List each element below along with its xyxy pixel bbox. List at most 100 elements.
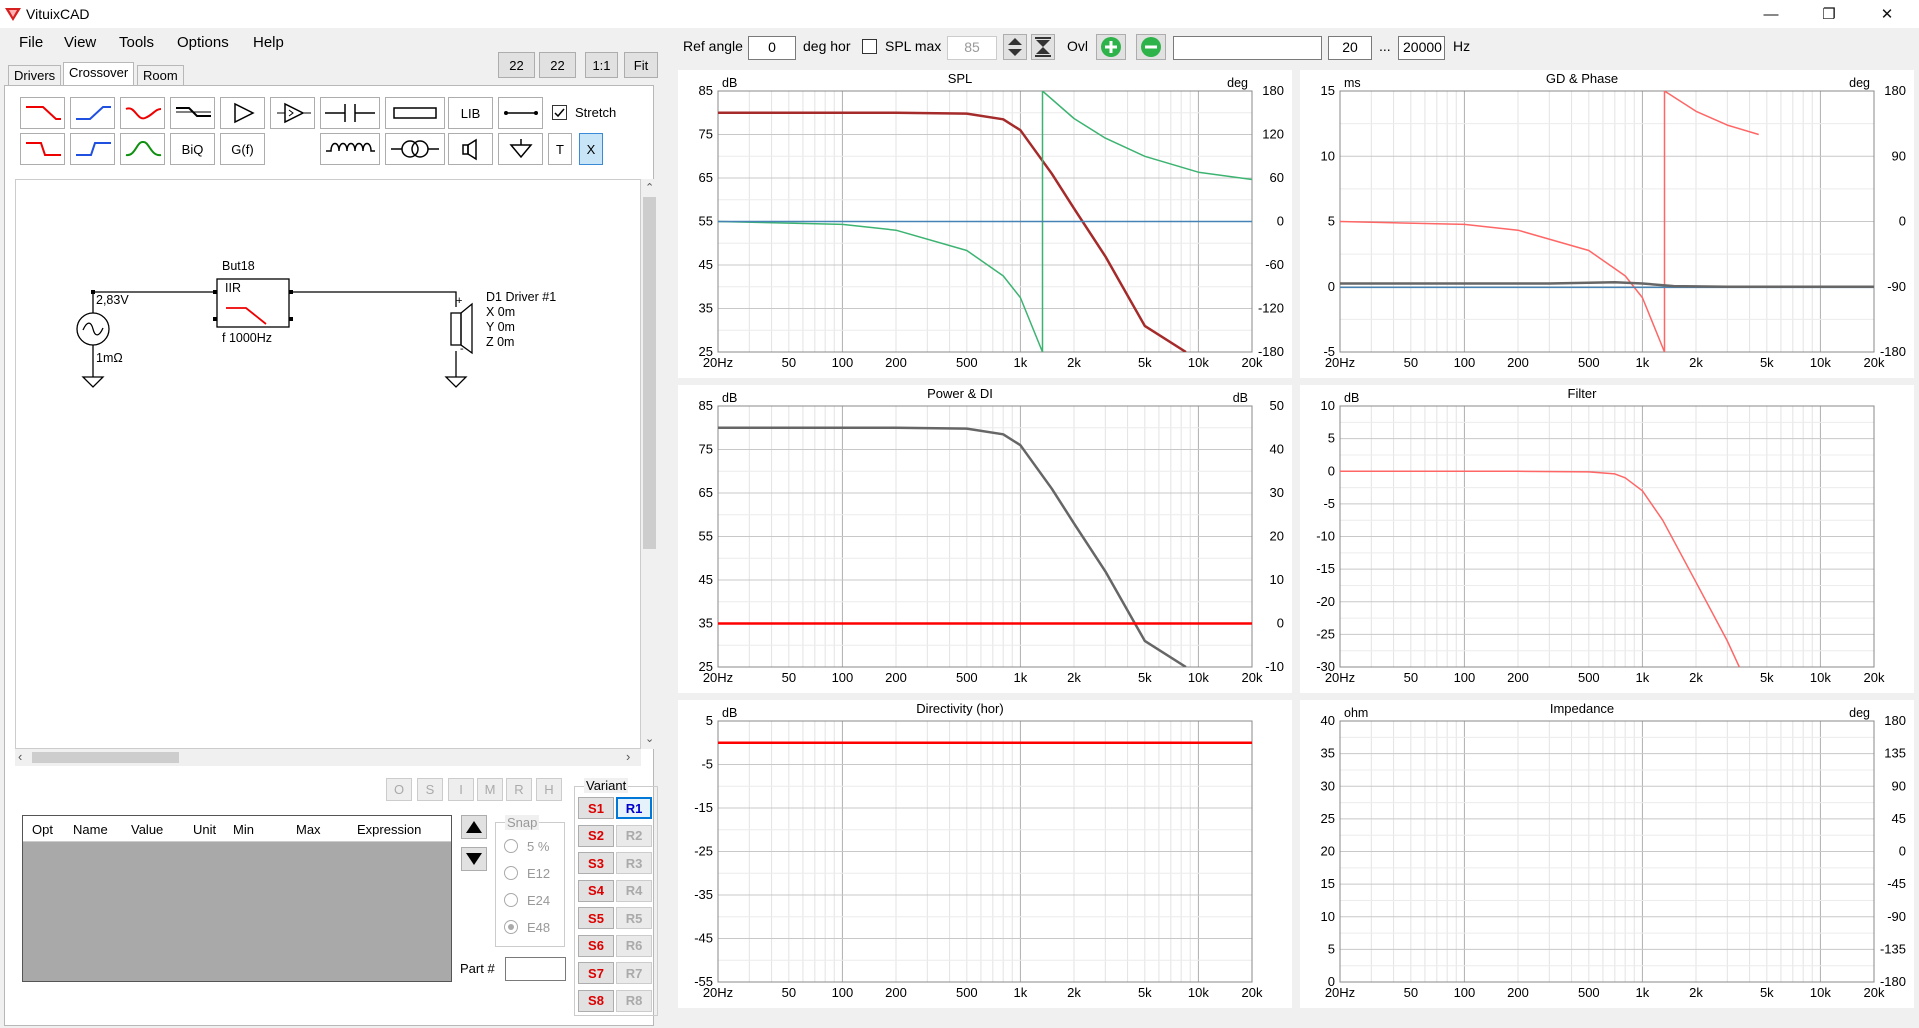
part-s-button[interactable]: S [417, 778, 443, 801]
lowpass-red-icon[interactable] [20, 97, 65, 129]
transformer-icon[interactable] [385, 133, 445, 165]
capacitor-icon[interactable] [320, 97, 380, 129]
parameter-table[interactable]: Opt Name Value Unit Min Max Expression [22, 815, 452, 982]
wire-icon[interactable] [498, 97, 543, 129]
buffer-icon[interactable] [270, 97, 315, 129]
variant-r5-button[interactable]: R5 [616, 907, 652, 929]
text-button[interactable]: T [548, 133, 572, 165]
shelf-filter-icon[interactable] [170, 97, 215, 129]
variant-r7-button[interactable]: R7 [616, 962, 652, 984]
delete-button[interactable]: X [579, 133, 603, 165]
variant-r8-button[interactable]: R8 [616, 989, 652, 1012]
part-number-input[interactable] [505, 957, 566, 981]
spl-max-checkbox[interactable] [862, 39, 877, 54]
y-tick-label: 0 [1328, 279, 1335, 294]
snap-5pct-radio[interactable] [504, 839, 518, 853]
tab-crossover[interactable]: Crossover [63, 62, 135, 86]
minimize-icon[interactable]: — [1748, 0, 1794, 28]
transfer-function-button[interactable]: G(f) [220, 133, 265, 165]
spl-updown-icon[interactable] [1003, 34, 1027, 60]
schematic-hscroll[interactable]: ‹ › [15, 749, 641, 766]
variant-r1-button[interactable]: R1 [616, 797, 652, 819]
ground-icon[interactable] [498, 133, 543, 165]
col-max[interactable]: Max [296, 822, 321, 837]
scroll-left-icon[interactable]: ‹ [18, 749, 22, 764]
zoom-fit-button[interactable]: Fit [624, 52, 658, 78]
snap-e12-radio[interactable] [504, 866, 518, 880]
tab-room[interactable]: Room [137, 65, 184, 85]
menu-file[interactable]: File [19, 34, 43, 51]
freq-max-input[interactable]: 20000 [1398, 36, 1445, 60]
highpass-step-icon[interactable] [70, 133, 115, 165]
library-button[interactable]: LIB [448, 97, 493, 129]
biquad-button[interactable]: BiQ [170, 133, 215, 165]
variant-s3-button[interactable]: S3 [578, 852, 614, 874]
part-i-button[interactable]: I [448, 778, 474, 801]
variant-s6-button[interactable]: S6 [578, 934, 614, 957]
snap-e24-radio[interactable] [504, 893, 518, 907]
highpass-blue-icon[interactable] [70, 97, 115, 129]
move-down-button[interactable] [461, 847, 487, 871]
col-unit[interactable]: Unit [193, 822, 216, 837]
bandstop-red-icon[interactable] [120, 97, 165, 129]
remove-overlay-button[interactable] [1136, 34, 1166, 60]
spl-fit-icon[interactable] [1031, 34, 1055, 60]
scroll-down-icon[interactable]: ⌄ [645, 732, 654, 745]
power-di-graph[interactable]: Power & DI dB dB 85 75 65 55 45 35 25 50 40 30 20 10 0-… [678, 385, 1292, 693]
variant-r2-button[interactable]: R2 [616, 824, 652, 847]
variant-r4-button[interactable]: R4 [616, 879, 652, 902]
restore-icon[interactable]: ❐ [1806, 0, 1852, 28]
col-min[interactable]: Min [233, 822, 254, 837]
hscroll-thumb[interactable] [32, 752, 179, 763]
variant-s1-button[interactable]: S1 [578, 797, 614, 819]
col-expression[interactable]: Expression [357, 822, 421, 837]
col-opt[interactable]: Opt [32, 822, 53, 837]
vscroll-thumb[interactable] [643, 197, 656, 549]
speaker-icon[interactable] [448, 133, 493, 165]
part-h-button[interactable]: H [536, 778, 562, 801]
schematic-vscroll[interactable]: ⌃ ⌄ [641, 179, 658, 749]
close-icon[interactable]: ✕ [1864, 0, 1910, 28]
move-up-button[interactable] [461, 815, 487, 839]
variant-s5-button[interactable]: S5 [578, 907, 614, 929]
filter-graph[interactable]: Filter dB 10 5 0 -5 -10 -15 -20 -25 -30 20Hz 50 100 20… [1300, 385, 1914, 693]
part-m-button[interactable]: M [477, 778, 503, 801]
menu-tools[interactable]: Tools [119, 34, 154, 51]
add-overlay-button[interactable] [1096, 34, 1126, 60]
menu-view[interactable]: View [64, 34, 96, 51]
schematic-canvas[interactable]: 2,83V 1mΩ But18 IIR f 1000Hz + - D1 Driv… [15, 179, 641, 749]
part-r-button[interactable]: R [506, 778, 532, 801]
variant-r3-button[interactable]: R3 [616, 852, 652, 874]
snap-e48-radio[interactable] [504, 920, 518, 934]
part-o-button[interactable]: O [386, 778, 412, 801]
col-name[interactable]: Name [73, 822, 108, 837]
lowpass-step-icon[interactable] [20, 133, 65, 165]
zoom-a-button[interactable]: 22 [498, 52, 535, 78]
zoom-one-button[interactable]: 1:1 [585, 52, 618, 78]
inductor-icon[interactable] [320, 133, 380, 165]
col-value[interactable]: Value [131, 822, 163, 837]
freq-min-input[interactable]: 20 [1328, 36, 1372, 60]
amplifier-icon[interactable] [220, 97, 265, 129]
variant-r6-button[interactable]: R6 [616, 934, 652, 957]
impedance-graph[interactable]: Impedance ohm deg 40 35 30 25 20 15 10 5 0 180 135 90 4… [1300, 700, 1914, 1008]
variant-s2-button[interactable]: S2 [578, 824, 614, 847]
scroll-up-icon[interactable]: ⌃ [645, 181, 654, 194]
menu-help[interactable]: Help [253, 34, 284, 51]
resistor-icon[interactable] [385, 97, 445, 129]
overlay-input[interactable] [1173, 36, 1322, 60]
variant-s8-button[interactable]: S8 [578, 989, 614, 1012]
stretch-checkbox[interactable] [552, 105, 567, 120]
gd-phase-graph[interactable]: GD & Phase ms deg 15 10 5 0 -5 180 90 0 -90 -180 20Hz… [1300, 70, 1914, 378]
scroll-right-icon[interactable]: › [626, 749, 630, 764]
tab-drivers[interactable]: Drivers [8, 65, 62, 85]
spl-max-input[interactable]: 85 [947, 36, 997, 60]
directivity-graph[interactable]: Directivity (hor) dB 5 -5 -15 -25 -35 -45 -55 20H… [678, 700, 1292, 1008]
zoom-b-button[interactable]: 22 [539, 52, 576, 78]
menu-options[interactable]: Options [177, 34, 229, 51]
variant-s4-button[interactable]: S4 [578, 879, 614, 902]
bandpass-green-icon[interactable] [120, 133, 165, 165]
variant-s7-button[interactable]: S7 [578, 962, 614, 984]
spl-graph[interactable]: SPL dB deg 85 75 65 55 45 35 25 180 120 60 0 -60 -120 -1… [678, 70, 1292, 378]
ref-angle-input[interactable]: 0 [748, 36, 796, 60]
